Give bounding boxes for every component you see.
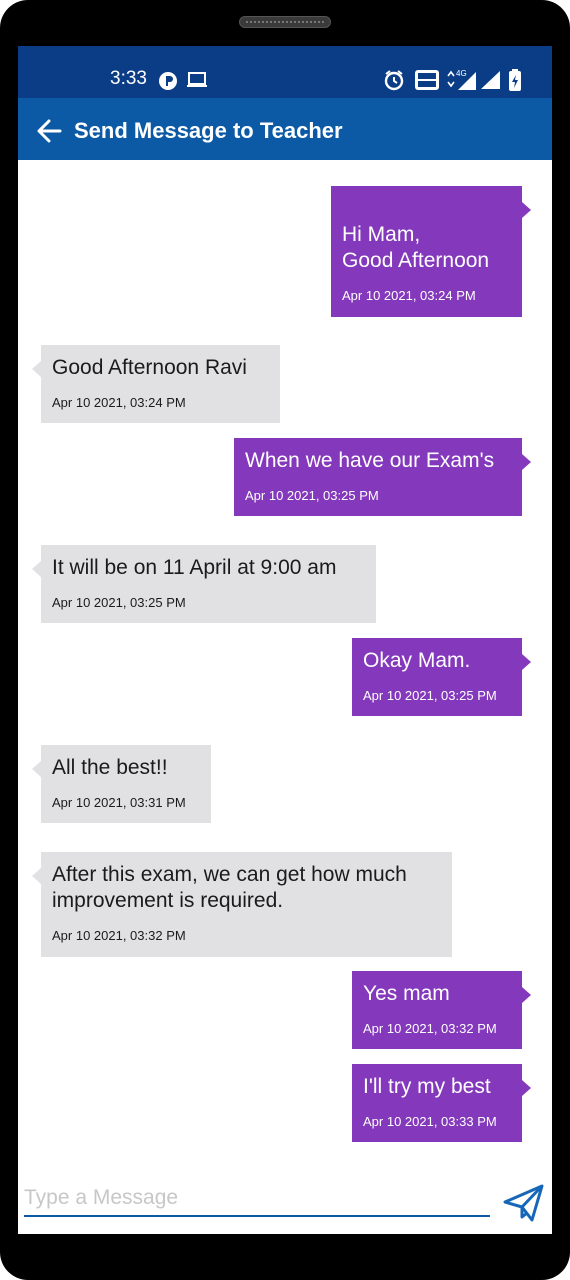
message-timestamp: Apr 10 2021, 03:25 PM — [363, 688, 497, 703]
screen: 3:33 4G Send Message to Teacher Hi Mam, … — [18, 46, 552, 1234]
battery-icon — [509, 69, 521, 91]
sync-app-icon — [159, 72, 177, 90]
message-bubble-received: Good Afternoon Ravi Apr 10 2021, 03:24 P… — [32, 345, 280, 423]
message-timestamp: Apr 10 2021, 03:32 PM — [363, 1021, 497, 1036]
status-time: 3:33 — [110, 68, 147, 89]
message-text: Hi Mam, Good Afternoon — [342, 223, 490, 272]
message-timestamp: Apr 10 2021, 03:25 PM — [52, 595, 186, 610]
message-bubble-sent: When we have our Exam's Apr 10 2021, 03:… — [234, 438, 531, 516]
message-text: It will be on 11 April at 9:00 am — [52, 556, 337, 579]
message-list: Hi Mam, Good Afternoon Apr 10 2021, 03:2… — [18, 160, 552, 1160]
message-bubble-sent: Yes mam Apr 10 2021, 03:32 PM — [352, 971, 531, 1049]
message-timestamp: Apr 10 2021, 03:33 PM — [363, 1114, 497, 1129]
message-text: I'll try my best — [363, 1075, 491, 1098]
message-text: Good Afternoon Ravi — [52, 356, 247, 379]
message-text: When we have our Exam's — [245, 449, 495, 472]
message-composer — [18, 1171, 552, 1234]
back-arrow-icon[interactable] — [36, 118, 62, 144]
message-bubble-received: After this exam, we can get how much imp… — [32, 852, 452, 957]
message-timestamp: Apr 10 2021, 03:32 PM — [52, 928, 186, 943]
message-text: After this exam, we can get how much imp… — [52, 863, 407, 912]
message-text: All the best!! — [52, 756, 168, 779]
message-input[interactable] — [24, 1181, 490, 1217]
message-bubble-received: All the best!! Apr 10 2021, 03:31 PM — [32, 745, 211, 823]
phone-frame: 3:33 4G Send Message to Teacher Hi Mam, … — [0, 0, 570, 1280]
send-icon[interactable] — [502, 1183, 546, 1223]
svg-text:4G: 4G — [456, 69, 467, 78]
message-bubble-sent: I'll try my best Apr 10 2021, 03:33 PM — [352, 1064, 531, 1142]
message-bubble-sent: Okay Mam. Apr 10 2021, 03:25 PM — [352, 638, 531, 716]
status-bar: 3:33 4G — [18, 46, 552, 98]
message-bubble-received: It will be on 11 April at 9:00 am Apr 10… — [32, 545, 376, 623]
message-text: Yes mam — [363, 982, 450, 1005]
message-bubble-sent: Hi Mam, Good Afternoon Apr 10 2021, 03:2… — [331, 186, 531, 317]
volte-icon — [415, 70, 439, 90]
message-timestamp: Apr 10 2021, 03:31 PM — [52, 795, 186, 810]
mobile-signal-icon: 4G — [447, 69, 476, 90]
message-timestamp: Apr 10 2021, 03:24 PM — [342, 288, 476, 303]
wifi-signal-icon — [481, 71, 500, 89]
app-bar: Send Message to Teacher — [18, 98, 552, 160]
laptop-icon — [187, 72, 207, 87]
phone-speaker — [239, 16, 331, 28]
message-timestamp: Apr 10 2021, 03:24 PM — [52, 395, 186, 410]
alarm-icon — [384, 70, 404, 91]
message-text: Okay Mam. — [363, 649, 471, 672]
message-timestamp: Apr 10 2021, 03:25 PM — [245, 488, 379, 503]
page-title: Send Message to Teacher — [74, 118, 343, 143]
